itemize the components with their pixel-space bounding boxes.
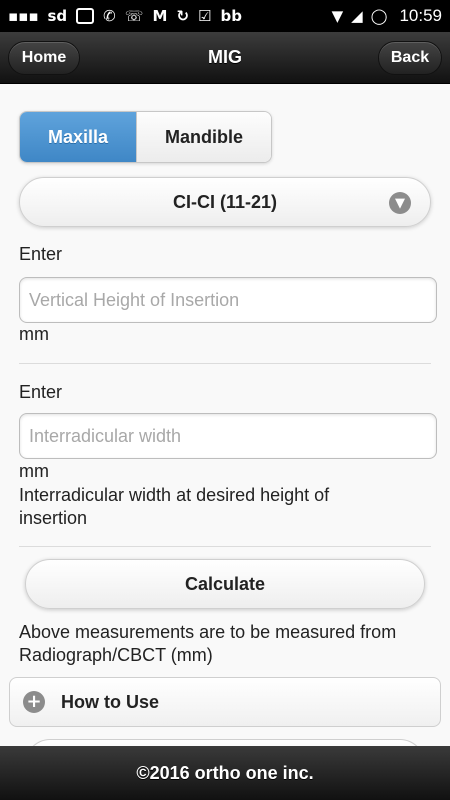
page-title: MIG <box>208 47 242 67</box>
calculate-button[interactable]: Calculate <box>25 559 425 609</box>
sd-card-icon: sd <box>47 6 68 25</box>
divider <box>19 363 431 364</box>
app-header: Home MIG Back <box>0 32 450 84</box>
interradicular-width-input[interactable] <box>19 413 437 459</box>
gallery-icon <box>76 8 95 24</box>
width-unit: mm <box>19 461 49 481</box>
whatsapp-icon: ✆ <box>103 6 116 25</box>
status-bar: ▪▪▪ sd ✆ ☏ M ↻ ☑ bb ▼ ◢ ◯ 10:59 <box>0 0 450 32</box>
bbm-icon: bb <box>220 6 242 25</box>
notification-icons: ▪▪▪ sd ✆ ☏ M ↻ ☑ bb <box>8 8 332 24</box>
checkbox-icon: ☑ <box>198 6 212 25</box>
width-hint: Interradicular width at desired height o… <box>19 485 330 528</box>
plus-icon: + <box>23 691 45 713</box>
gmail-icon: M <box>152 6 168 25</box>
app-footer: ©2016 ortho one inc. <box>0 746 450 800</box>
measurement-note: Above measurements are to be measured fr… <box>19 622 397 665</box>
height-unit: mm <box>19 324 49 344</box>
clock: 10:59 <box>399 6 442 25</box>
vertical-height-input[interactable] <box>19 277 437 323</box>
system-icons: ▼ ◢ ◯ 10:59 <box>332 6 442 26</box>
alarm-icon: ◯ <box>370 6 388 25</box>
mandible-button[interactable]: Mandible <box>136 112 271 162</box>
how-to-use-collapsible[interactable]: + How to Use <box>9 677 441 727</box>
wifi-icon: ▼ <box>331 6 344 25</box>
jaw-selector: Maxilla Mandible <box>19 111 272 163</box>
height-field-label: Enter <box>19 244 63 264</box>
tooth-select-value: CI-CI (11-21) <box>172 191 278 212</box>
chevron-down-icon: ▼ <box>389 192 411 214</box>
menu-dots-icon: ▪▪▪ <box>8 6 39 25</box>
next-button-partial[interactable] <box>25 739 425 746</box>
maxilla-button[interactable]: Maxilla <box>20 112 136 162</box>
signal-icon: ◢ <box>351 6 363 25</box>
back-button[interactable]: Back <box>378 41 442 75</box>
sync-icon: ↻ <box>176 6 190 25</box>
main-content: Maxilla Mandible CI-CI (11-21) ▼ Enter m… <box>0 85 450 746</box>
how-to-use-label: How to Use <box>61 691 160 712</box>
copyright-text: ©2016 ortho one inc. <box>136 762 314 783</box>
divider <box>19 546 431 547</box>
tooth-select[interactable]: CI-CI (11-21) ▼ <box>19 177 431 227</box>
missed-call-icon: ☏ <box>124 6 144 25</box>
width-field-label: Enter <box>19 382 63 402</box>
home-button[interactable]: Home <box>8 41 80 75</box>
